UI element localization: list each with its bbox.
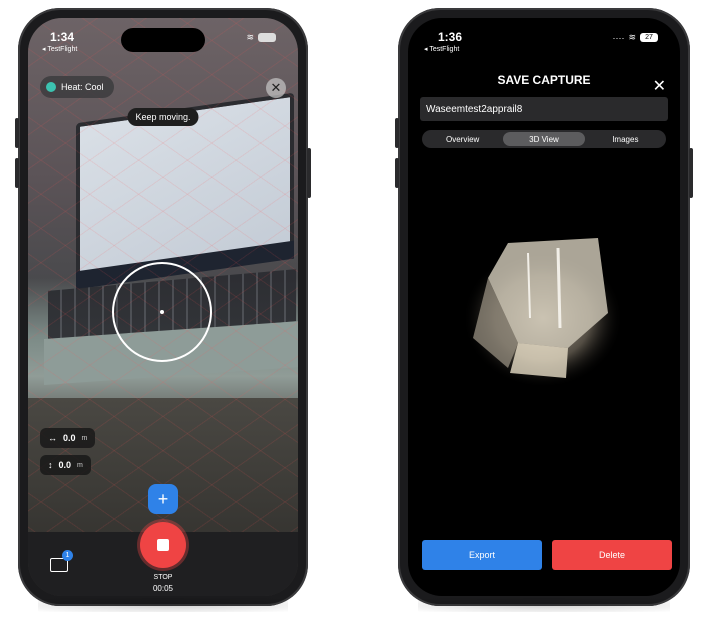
height-value: 0.0 <box>58 460 72 470</box>
width-value: 0.0 <box>63 433 76 443</box>
tab-3d-view[interactable]: 3D View <box>503 132 585 146</box>
status-time: 1:36 <box>438 30 463 44</box>
left-phone: 1:34 ◂ TestFlight ≋ Heat: Cool ✕ Keep mo… <box>15 8 311 612</box>
width-unit: m <box>81 434 88 442</box>
volume-up-button <box>15 118 19 148</box>
vertical-arrows-icon: ↕ <box>48 460 53 470</box>
phone-shadow <box>418 598 670 612</box>
save-capture-screen: 1:36 ◂ TestFlight ···· ≋ 27 SAVE CAPTURE… <box>408 18 680 596</box>
volume-down-button <box>395 158 399 188</box>
status-icons: ···· ≋ 27 <box>612 32 658 43</box>
close-icon[interactable]: ✕ <box>266 78 286 98</box>
height-unit: m <box>77 461 83 469</box>
width-measurement: ↔ 0.0 m <box>40 428 96 448</box>
wifi-icon: ≋ <box>246 32 254 42</box>
camera-capture-screen: 1:34 ◂ TestFlight ≋ Heat: Cool ✕ Keep mo… <box>28 18 298 596</box>
scan-screen-edge <box>556 247 562 329</box>
page-title: SAVE CAPTURE <box>497 73 591 87</box>
battery-icon: 27 <box>640 33 658 42</box>
phone-shadow <box>38 598 288 612</box>
recording-timer: 00:05 <box>152 584 174 593</box>
volume-down-button <box>15 158 19 188</box>
power-button <box>307 148 311 198</box>
heat-label: Heat: Cool <box>61 82 104 92</box>
horizontal-arrows-icon: ↔ <box>48 433 57 443</box>
back-to-testflight[interactable]: ◂ TestFlight <box>424 45 459 53</box>
status-icons: ≋ <box>246 32 276 43</box>
3d-scan-model[interactable] <box>448 218 638 398</box>
heat-status-pill[interactable]: Heat: Cool <box>40 76 114 98</box>
power-button <box>689 148 693 198</box>
capture-reticle <box>112 262 212 362</box>
export-button[interactable]: Export <box>422 540 542 570</box>
stop-label: STOP <box>153 574 173 581</box>
heat-indicator-icon <box>46 82 56 92</box>
delete-button[interactable]: Delete <box>552 540 672 570</box>
toast-message: Keep moving. <box>127 108 199 126</box>
dynamic-island <box>502 28 586 52</box>
capture-name-input[interactable]: Waseemtest2apprail8 <box>420 97 668 121</box>
close-icon[interactable]: ✕ <box>653 76 666 96</box>
back-to-testflight[interactable]: ◂ TestFlight <box>42 45 77 53</box>
volume-up-button <box>395 118 399 148</box>
tab-overview[interactable]: Overview <box>422 130 503 148</box>
reticle-center-dot <box>160 310 164 314</box>
view-tabs: Overview 3D View Images <box>422 130 666 148</box>
dynamic-island <box>121 28 205 52</box>
folder-count-badge: 1 <box>62 550 73 561</box>
wifi-icon: ≋ <box>628 32 636 42</box>
right-phone: 1:36 ◂ TestFlight ···· ≋ 27 SAVE CAPTURE… <box>395 8 693 612</box>
tab-images[interactable]: Images <box>585 130 666 148</box>
add-point-button[interactable]: + <box>148 484 178 514</box>
stop-recording-button[interactable] <box>140 522 186 568</box>
height-measurement: ↕ 0.0 m <box>40 455 91 475</box>
scan-mesh-front <box>510 343 568 378</box>
signal-icon: ···· <box>612 32 625 43</box>
stop-icon <box>157 539 169 551</box>
battery-icon <box>258 33 276 42</box>
status-time: 1:34 <box>50 30 75 44</box>
